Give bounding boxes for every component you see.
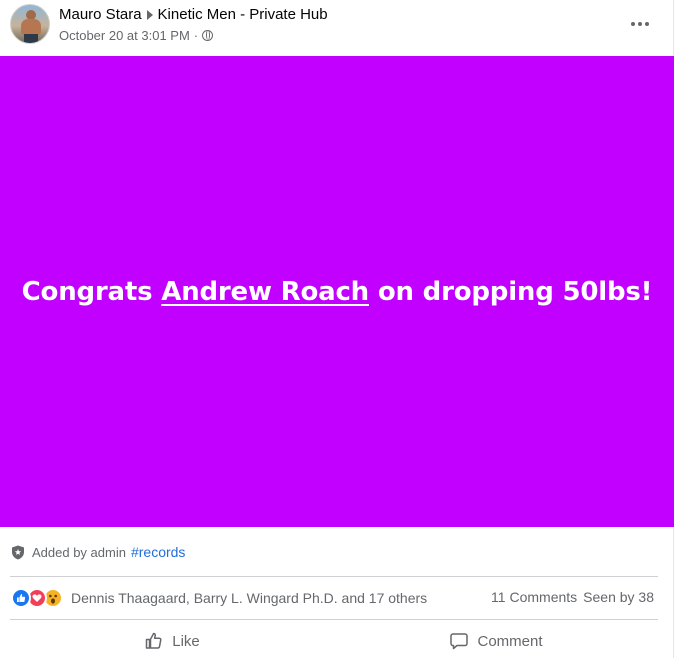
mention-link[interactable]: Andrew Roach [161,277,369,307]
author-avatar[interactable] [10,4,50,44]
comments-count-link[interactable]: 11 Comments [491,589,577,605]
thumbs-up-icon [145,632,162,649]
comment-button[interactable]: Comment [334,624,658,658]
reaction-icons[interactable] [11,588,63,608]
post-background-banner: Congrats Andrew Roach on dropping 50lbs! [0,56,674,527]
engagement-counts: 11 Comments Seen by 38 [491,589,654,605]
group-name-link[interactable]: Kinetic Men - Private Hub [158,6,328,23]
divider [10,576,658,577]
hashtag-link[interactable]: #records [131,544,185,560]
feed-post: Mauro Stara Kinetic Men - Private Hub Oc… [0,0,674,658]
more-options-button[interactable] [624,8,656,40]
globe-icon[interactable] [202,30,214,41]
seen-by-link[interactable]: Seen by 38 [583,589,654,605]
like-label: Like [172,632,200,650]
more-dots-icon [631,22,649,26]
caret-right-icon [146,9,153,20]
banner-text-before: Congrats [21,276,162,307]
shield-star-icon [12,545,24,559]
post-title-line: Mauro Stara Kinetic Men - Private Hub [59,6,328,23]
post-timestamp-link[interactable]: October 20 at 3:01 PM [59,28,190,43]
post-header: Mauro Stara Kinetic Men - Private Hub Oc… [0,0,674,56]
author-name-link[interactable]: Mauro Stara [59,6,142,23]
reactions-summary: Dennis Thaagaard, Barry L. Wingard Ph.D.… [11,587,427,609]
post-banner-text: Congrats Andrew Roach on dropping 50lbs! [22,277,653,307]
banner-text-after: on dropping 50lbs! [369,276,653,307]
admin-added-line: Added by admin #records [11,542,185,562]
like-button[interactable]: Like [10,624,334,658]
post-meta: October 20 at 3:01 PM · [59,28,214,43]
reactors-link[interactable]: Dennis Thaagaard, Barry L. Wingard Ph.D.… [71,590,427,606]
post-actions: Like Comment [10,624,658,658]
admin-label: Added by admin [32,544,126,560]
comment-label: Comment [477,632,543,650]
like-reaction-icon [11,588,31,608]
comment-icon [450,633,469,650]
divider [10,619,658,620]
meta-separator: · [193,28,199,43]
